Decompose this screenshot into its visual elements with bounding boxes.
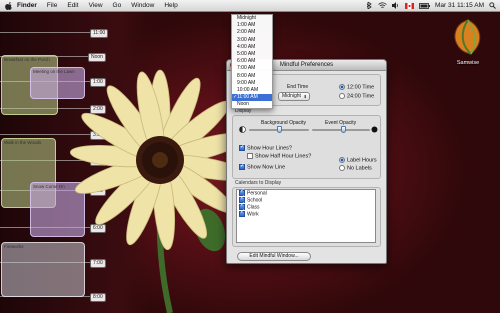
- dropdown-item[interactable]: Midnight: [232, 15, 272, 22]
- battery-icon[interactable]: [419, 2, 430, 9]
- bluetooth-icon[interactable]: [365, 2, 373, 9]
- menu-edit[interactable]: Edit: [62, 2, 83, 9]
- label-hours-radio[interactable]: [339, 157, 345, 163]
- show-half-hour-lines-option[interactable]: Show Half Hour Lines?: [247, 153, 311, 159]
- menu-file[interactable]: File: [42, 2, 62, 9]
- start-time-dropdown-menu: Midnight 1:00 AM 2:00 AM 3:00 AM 4:00 AM…: [231, 14, 273, 109]
- clock-24-option[interactable]: 24:00 Time: [339, 93, 374, 99]
- show-half-hour-lines-checkbox[interactable]: [247, 153, 253, 159]
- calendar-item[interactable]: Class: [237, 202, 375, 211]
- calendar-label: Class: [247, 204, 260, 211]
- show-half-hour-lines-label: Show Half Hour Lines?: [255, 153, 312, 160]
- show-hour-lines-label: Show Hour Lines?: [247, 145, 292, 152]
- dropdown-item[interactable]: 8:00 AM: [232, 73, 272, 80]
- event-opacity-slider[interactable]: [312, 126, 370, 133]
- dropdown-item[interactable]: Noon: [232, 101, 272, 108]
- dropdown-item[interactable]: 7:00 AM: [232, 65, 272, 72]
- half-contrast-icon: [239, 126, 246, 133]
- dropdown-item[interactable]: 3:00 AM: [232, 37, 272, 44]
- volume-icon[interactable]: [391, 2, 400, 9]
- popup-arrows-icon: ⬍: [303, 94, 307, 99]
- end-time-popup[interactable]: Midnight ⬍: [278, 92, 310, 101]
- calendar-checkbox[interactable]: [239, 209, 245, 217]
- show-now-line-label: Show Now Line: [247, 164, 286, 171]
- calendars-section-title: Calendars to Display: [235, 180, 282, 186]
- calendar-item[interactable]: School: [237, 195, 375, 204]
- calendar-label: School: [247, 197, 263, 204]
- show-now-line-checkbox[interactable]: [239, 162, 245, 170]
- dropdown-item[interactable]: 4:00 AM: [232, 44, 272, 51]
- flag-icon[interactable]: [404, 2, 414, 9]
- menu-window[interactable]: Window: [126, 2, 159, 9]
- dropdown-item-selected[interactable]: 11:00 AM: [232, 94, 272, 101]
- slider-knob[interactable]: [276, 126, 282, 133]
- show-hour-lines-checkbox[interactable]: [239, 143, 245, 151]
- show-now-line-option[interactable]: Show Now Line: [239, 162, 286, 171]
- dropdown-item[interactable]: 5:00 AM: [232, 51, 272, 58]
- no-labels-label: No Labels: [347, 165, 372, 172]
- dropdown-item[interactable]: 10:00 AM: [232, 87, 272, 94]
- calendar-item[interactable]: Work: [237, 209, 375, 218]
- apple-menu-icon[interactable]: [5, 1, 12, 10]
- dropdown-item[interactable]: 2:00 AM: [232, 29, 272, 36]
- hour-label: 11:00: [90, 29, 109, 38]
- drive-label: Samwise: [456, 60, 480, 66]
- menu-view[interactable]: View: [84, 2, 108, 9]
- full-opacity-icon: [371, 126, 378, 133]
- calendars-list: Personal School Class Work: [236, 188, 376, 243]
- clock-12-label: 12:00 Time: [347, 84, 375, 91]
- background-opacity-label: Background Opacity: [261, 120, 307, 126]
- menu-finder[interactable]: Finder: [12, 2, 42, 9]
- clock-24-label: 24:00 Time: [347, 93, 375, 100]
- hour-line: [0, 32, 100, 33]
- drive-leaf-icon: [454, 19, 481, 55]
- sunflower-wallpaper: [69, 69, 250, 313]
- dropdown-item[interactable]: 1:00 AM: [232, 22, 272, 29]
- window-title: Mindful Preferences: [279, 62, 334, 68]
- label-hours-option[interactable]: Label Hours: [339, 157, 377, 163]
- wifi-icon[interactable]: [378, 2, 387, 9]
- dropdown-item[interactable]: 9:00 AM: [232, 80, 272, 87]
- show-hour-lines-option[interactable]: Show Hour Lines?: [239, 143, 292, 152]
- background-opacity-slider[interactable]: [249, 126, 309, 133]
- clock-12-option[interactable]: 12:00 Time: [339, 84, 374, 90]
- spotlight-icon[interactable]: [489, 2, 496, 9]
- edit-mindful-window-button[interactable]: Edit Mindful Window...: [237, 252, 311, 261]
- clock-24-radio[interactable]: [339, 93, 345, 99]
- clock-12-radio[interactable]: [339, 84, 345, 90]
- end-time-label: End Time: [287, 84, 309, 90]
- hard-drive-icon[interactable]: Samwise: [448, 18, 488, 66]
- end-time-value: Midnight: [282, 93, 301, 99]
- calendar-label: Work: [247, 211, 259, 218]
- menu-bar: Finder File Edit View Go Window Help Mar…: [0, 0, 500, 12]
- no-labels-radio[interactable]: [339, 165, 345, 171]
- dropdown-item[interactable]: 6:00 AM: [232, 58, 272, 65]
- menu-go[interactable]: Go: [108, 2, 127, 9]
- menu-clock[interactable]: Mar 31 11:15 AM: [435, 2, 484, 9]
- calendar-item[interactable]: Personal: [237, 188, 375, 197]
- calendar-label: Personal: [247, 190, 267, 197]
- menu-help[interactable]: Help: [159, 2, 182, 9]
- no-labels-option[interactable]: No Labels: [339, 165, 372, 171]
- label-hours-label: Label Hours: [347, 157, 377, 164]
